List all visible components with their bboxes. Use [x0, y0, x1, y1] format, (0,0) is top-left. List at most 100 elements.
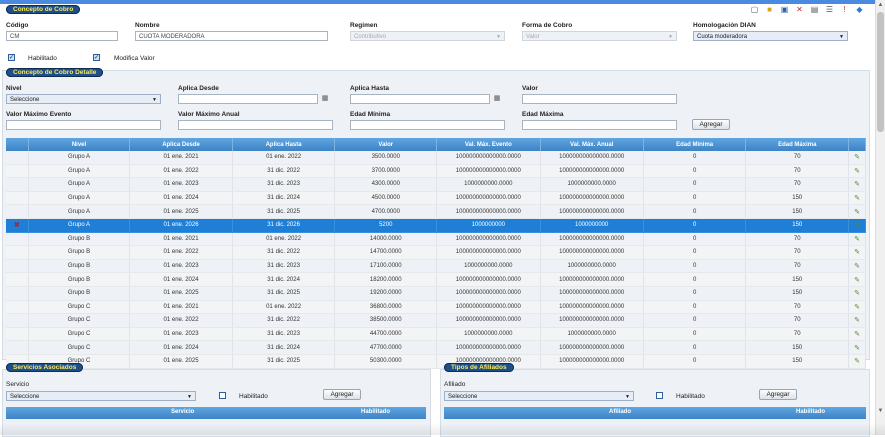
- cell-val-max-evento: 100000000000000.0000: [436, 245, 541, 260]
- valor-input[interactable]: [522, 94, 677, 104]
- edit-icon[interactable]: ✎: [854, 154, 860, 161]
- column-header-val-max-evento[interactable]: Val. Máx. Evento: [436, 138, 541, 151]
- edit-icon[interactable]: ✎: [854, 263, 860, 270]
- print-icon[interactable]: ▤: [809, 4, 820, 15]
- edit-icon[interactable]: ✎: [854, 249, 860, 256]
- table-row[interactable]: Grupo A 01 ene. 2021 01 ene. 2022 3500.0000…: [6, 151, 866, 165]
- afiliado-select[interactable]: Seleccione ▼: [444, 391, 634, 401]
- table-row[interactable]: Grupo C 01 ene. 2022 31 dic. 2022 38500.000…: [6, 313, 866, 328]
- cell-edad-maxima: 70: [745, 259, 850, 274]
- valor-max-evento-input[interactable]: [6, 120, 161, 130]
- table-row[interactable]: Grupo B 01 ene. 2025 31 dic. 2025 19200.000…: [6, 286, 866, 301]
- homologacion-select[interactable]: Cuota moderadora ▼: [693, 31, 848, 41]
- column-header-afiliado-habilitado[interactable]: Habilitado: [796, 409, 825, 415]
- cell-aplica-hasta: 31 dic. 2024: [232, 340, 336, 355]
- edit-icon[interactable]: ✎: [854, 195, 860, 202]
- edit-icon[interactable]: ✎: [854, 168, 860, 175]
- save-icon[interactable]: ▣: [779, 4, 790, 15]
- edit-icon[interactable]: ✎: [854, 317, 860, 324]
- cell-nivel: Grupo A: [28, 151, 131, 165]
- column-header-aplica-desde[interactable]: Aplica Desde: [129, 138, 233, 151]
- scrollbar-thumb[interactable]: [877, 12, 884, 132]
- table-row[interactable]: Grupo A 01 ene. 2023 31 dic. 2023 4300.0000…: [6, 177, 866, 192]
- table-row[interactable]: Grupo C 01 ene. 2023 31 dic. 2023 44700.000…: [6, 327, 866, 342]
- edit-icon[interactable]: ✎: [854, 209, 860, 216]
- regimen-select[interactable]: Contributivo ▼: [350, 31, 505, 41]
- calendar-icon[interactable]: ▦: [493, 95, 501, 103]
- column-header-servicio-habilitado[interactable]: Habilitado: [361, 409, 390, 415]
- folder-icon[interactable]: ■: [764, 4, 775, 15]
- edit-icon[interactable]: ✎: [854, 277, 860, 284]
- cell-valor: 38500.0000: [334, 313, 438, 328]
- cell-val-max-evento: 100000000000000.0000: [436, 300, 541, 315]
- cell-edad-minima: 0: [643, 272, 747, 287]
- table-row[interactable]: Grupo B 01 ene. 2021 01 ene. 2022 14000.000…: [6, 232, 866, 247]
- cell-valor: 3500.0000: [334, 151, 438, 165]
- column-header-afiliado[interactable]: Afiliado: [609, 409, 631, 415]
- edit-icon[interactable]: ✎: [854, 304, 860, 311]
- edit-icon[interactable]: ✎: [854, 345, 860, 352]
- table-row[interactable]: ✖ Grupo A 01 ene. 2026 31 dic. 2026 5200 1000…: [6, 218, 866, 233]
- servicio-select[interactable]: Seleccione ▼: [6, 391, 196, 401]
- delete-icon[interactable]: ✖: [14, 222, 20, 229]
- servicio-habilitado-checkbox[interactable]: [219, 392, 226, 399]
- column-header-nivel[interactable]: Nivel: [28, 138, 131, 151]
- table-row[interactable]: Grupo A 01 ene. 2025 31 dic. 2025 4700.0000…: [6, 204, 866, 219]
- aplica-hasta-input[interactable]: [350, 94, 490, 104]
- modifica-valor-checkbox[interactable]: ✓: [93, 54, 100, 61]
- column-header-aplica-hasta[interactable]: Aplica Hasta: [232, 138, 336, 151]
- table-row[interactable]: Grupo B 01 ene. 2023 31 dic. 2023 17100.000…: [6, 259, 866, 274]
- nombre-input[interactable]: CUOTA MODERADORA: [135, 31, 328, 41]
- table-row[interactable]: Grupo A 01 ene. 2024 31 dic. 2024 4500.0000…: [6, 191, 866, 206]
- close-icon[interactable]: ✕: [794, 4, 805, 15]
- cell-val-max-evento: 100000000000000.0000: [436, 313, 541, 328]
- edit-icon[interactable]: ✎: [854, 181, 860, 188]
- edit-icon[interactable]: ✎: [854, 290, 860, 297]
- table-row[interactable]: Grupo B 01 ene. 2022 31 dic. 2022 14700.000…: [6, 245, 866, 260]
- homologacion-value: Cuota moderadora: [697, 34, 748, 40]
- page-scrollbar[interactable]: ▲ ▼: [875, 0, 885, 435]
- chevron-down-icon: ▼: [625, 394, 630, 400]
- edit-icon[interactable]: ✎: [854, 236, 860, 243]
- calendar-icon[interactable]: ▦: [321, 95, 329, 103]
- table-row[interactable]: Grupo C 01 ene. 2025 31 dic. 2025 50300.000…: [6, 354, 866, 369]
- codigo-input[interactable]: CM: [6, 31, 118, 41]
- chevron-down-icon: ▼: [152, 97, 157, 103]
- habilitado-checkbox[interactable]: ✓: [8, 54, 15, 61]
- valor-max-anual-label: Valor Máximo Anual: [178, 111, 240, 118]
- scroll-down-icon[interactable]: ▼: [876, 408, 885, 414]
- edad-minima-input[interactable]: [350, 120, 505, 130]
- valor-label: Valor: [522, 85, 538, 92]
- edit-icon[interactable]: ✎: [854, 222, 860, 229]
- info-icon[interactable]: !: [839, 4, 850, 15]
- column-header-valor[interactable]: Valor: [334, 138, 438, 151]
- nivel-select[interactable]: Seleccione ▼: [6, 94, 161, 104]
- cell-val-max-evento: 1000000000.0000: [436, 259, 541, 274]
- forma-cobro-select[interactable]: Valor ▼: [522, 31, 677, 41]
- cell-nivel: Grupo B: [28, 259, 131, 274]
- edit-icon[interactable]: ✎: [854, 331, 860, 338]
- list-icon[interactable]: ☰: [824, 4, 835, 15]
- table-row[interactable]: Grupo B 01 ene. 2024 31 dic. 2024 18200.000…: [6, 272, 866, 287]
- agregar-servicio-button[interactable]: Agregar: [323, 389, 361, 400]
- column-header-edad-maxima[interactable]: Edad Máxima: [745, 138, 850, 151]
- column-header-val-max-anual[interactable]: Val. Máx. Anual: [540, 138, 644, 151]
- table-row[interactable]: Grupo C 01 ene. 2024 31 dic. 2024 47700.000…: [6, 340, 866, 355]
- column-header-edad-minima[interactable]: Edad Mínima: [643, 138, 747, 151]
- agregar-afiliado-button[interactable]: Agregar: [759, 389, 797, 400]
- column-header-servicio[interactable]: Servicio: [171, 409, 194, 415]
- column-header-edit: [848, 138, 866, 151]
- edad-maxima-input[interactable]: [522, 120, 677, 130]
- chat-icon[interactable]: ◆: [854, 4, 865, 15]
- page-icon[interactable]: ▢: [749, 4, 760, 15]
- row-action-cell: [6, 245, 29, 260]
- cell-nivel: Grupo A: [28, 164, 131, 179]
- edit-icon[interactable]: ✎: [854, 358, 860, 365]
- agregar-detalle-button[interactable]: Agregar: [692, 119, 730, 130]
- scroll-up-icon[interactable]: ▲: [876, 2, 885, 8]
- afiliado-habilitado-checkbox[interactable]: [656, 392, 663, 399]
- valor-max-anual-input[interactable]: [178, 120, 333, 130]
- aplica-desde-input[interactable]: [178, 94, 318, 104]
- table-row[interactable]: Grupo A 01 ene. 2022 31 dic. 2022 3700.0000…: [6, 164, 866, 179]
- table-row[interactable]: Grupo C 01 ene. 2021 01 ene. 2022 36800.000…: [6, 300, 866, 315]
